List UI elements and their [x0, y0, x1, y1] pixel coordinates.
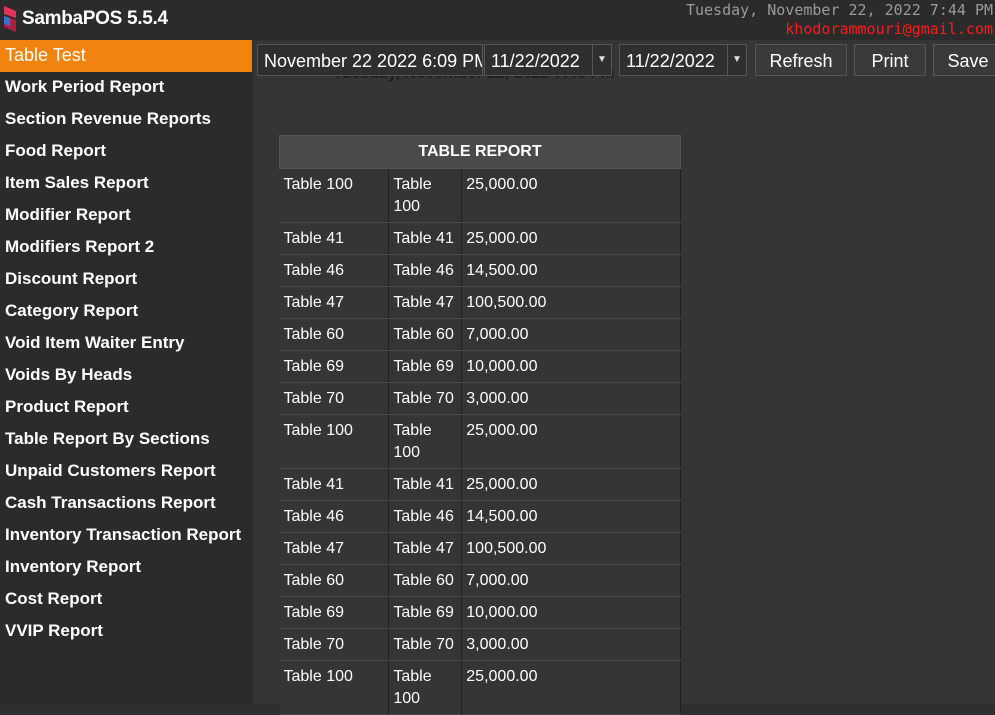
table-row: Table 46 Table 46 14,500.00 [279, 500, 681, 533]
user-email: khodorammouri@gmail.com [785, 20, 993, 38]
sidebar-item-product-report[interactable]: Product Report [0, 392, 252, 424]
table-row: Table 100 Table 100 25,000.00 [279, 660, 681, 715]
sidebar-item-discount-report[interactable]: Discount Report [0, 264, 252, 296]
table-name-cell: Table 100 [279, 660, 390, 715]
report-sidebar: Table Test Work Period Report Section Re… [0, 40, 252, 704]
title-bar: SambaPOS 5.5.4 Tuesday, November 22, 202… [0, 0, 995, 40]
sambapos-logo-icon [4, 6, 16, 32]
table-name-cell: Table 69 [279, 596, 390, 629]
table-name-cell: Table 70 [279, 382, 390, 415]
table-row: Table 60 Table 60 7,000.00 [279, 318, 681, 351]
table-name-cell: Table 100 [279, 168, 390, 223]
sidebar-item-voids-by-heads[interactable]: Voids By Heads [0, 360, 252, 392]
table-name-cell: Table 47 [279, 286, 390, 319]
start-date-value: 11/22/2022 [491, 51, 580, 71]
table-row: Table 69 Table 69 10,000.00 [279, 596, 681, 629]
refresh-button[interactable]: Refresh [755, 44, 847, 76]
sidebar-item-cost-report[interactable]: Cost Report [0, 584, 252, 616]
table-label-cell: Table 70 [388, 628, 463, 661]
table-label-cell: Table 46 [388, 500, 463, 533]
table-row: Table 70 Table 70 3,000.00 [279, 382, 681, 415]
table-row: Table 41 Table 41 25,000.00 [279, 222, 681, 255]
report-title: TABLE REPORT [279, 135, 681, 169]
sidebar-item-modifier-report[interactable]: Modifier Report [0, 200, 252, 232]
sidebar-item-cash-transactions-report[interactable]: Cash Transactions Report [0, 488, 252, 520]
amount-cell: 10,000.00 [461, 596, 681, 629]
table-name-cell: Table 70 [279, 628, 390, 661]
table-name-cell: Table 69 [279, 350, 390, 383]
table-row: Table 46 Table 46 14,500.00 [279, 254, 681, 287]
table-label-cell: Table 47 [388, 286, 463, 319]
table-row: Table 100 Table 100 25,000.00 [279, 414, 681, 469]
amount-cell: 25,000.00 [461, 222, 681, 255]
sidebar-item-table-test[interactable]: Table Test [0, 40, 252, 72]
table-name-cell: Table 100 [279, 414, 390, 469]
end-date-picker[interactable]: 11/22/2022 ▼ [619, 44, 747, 76]
amount-cell: 100,500.00 [461, 286, 681, 319]
amount-cell: 3,000.00 [461, 382, 681, 415]
table-row: Table 41 Table 41 25,000.00 [279, 468, 681, 501]
table-label-cell: Table 41 [388, 222, 463, 255]
table-row: Table 69 Table 69 10,000.00 [279, 350, 681, 383]
amount-cell: 25,000.00 [461, 168, 681, 223]
app-title: SambaPOS 5.5.4 [22, 8, 168, 29]
save-button[interactable]: Save [933, 44, 995, 76]
report-toolbar: November 22 2022 6:09 PM 11/22/2022 ▼ 11… [253, 44, 995, 78]
start-date-picker[interactable]: 11/22/2022 ▼ [484, 44, 612, 76]
table-name-cell: Table 47 [279, 532, 390, 565]
sidebar-item-category-report[interactable]: Category Report [0, 296, 252, 328]
end-date-value: 11/22/2022 [626, 51, 715, 71]
table-label-cell: Table 60 [388, 564, 463, 597]
sidebar-item-modifiers-report-2[interactable]: Modifiers Report 2 [0, 232, 252, 264]
table-name-cell: Table 41 [279, 222, 390, 255]
table-label-cell: Table 100 [388, 660, 463, 715]
amount-cell: 25,000.00 [461, 660, 681, 715]
chevron-down-icon[interactable]: ▼ [592, 45, 611, 75]
amount-cell: 7,000.00 [461, 318, 681, 351]
table-row: Table 70 Table 70 3,000.00 [279, 628, 681, 661]
sidebar-item-inventory-transaction-report[interactable]: Inventory Transaction Report [0, 520, 252, 552]
sidebar-item-table-report-by-sections[interactable]: Table Report By Sections [0, 424, 252, 456]
table-label-cell: Table 46 [388, 254, 463, 287]
table-label-cell: Table 70 [388, 382, 463, 415]
table-row: Table 47 Table 47 100,500.00 [279, 286, 681, 319]
table-row: Table 60 Table 60 7,000.00 [279, 564, 681, 597]
print-button[interactable]: Print [854, 44, 926, 76]
table-label-cell: Table 100 [388, 414, 463, 469]
table-row: Table 47 Table 47 100,500.00 [279, 532, 681, 565]
sidebar-item-void-item-waiter-entry[interactable]: Void Item Waiter Entry [0, 328, 252, 360]
amount-cell: 100,500.00 [461, 532, 681, 565]
amount-cell: 3,000.00 [461, 628, 681, 661]
amount-cell: 14,500.00 [461, 254, 681, 287]
table-label-cell: Table 69 [388, 350, 463, 383]
report-content: Tuesday, November 22, 2022 7:43 PM Novem… [253, 40, 995, 715]
sidebar-item-unpaid-customers-report[interactable]: Unpaid Customers Report [0, 456, 252, 488]
sidebar-item-item-sales-report[interactable]: Item Sales Report [0, 168, 252, 200]
table-name-cell: Table 41 [279, 468, 390, 501]
work-period-select[interactable]: November 22 2022 6:09 PM [257, 44, 483, 76]
table-name-cell: Table 46 [279, 254, 390, 287]
table-name-cell: Table 60 [279, 318, 390, 351]
table-name-cell: Table 46 [279, 500, 390, 533]
amount-cell: 7,000.00 [461, 564, 681, 597]
table-label-cell: Table 69 [388, 596, 463, 629]
sidebar-item-food-report[interactable]: Food Report [0, 136, 252, 168]
table-name-cell: Table 60 [279, 564, 390, 597]
table-label-cell: Table 41 [388, 468, 463, 501]
amount-cell: 10,000.00 [461, 350, 681, 383]
clock-text: Tuesday, November 22, 2022 7:44 PM [685, 1, 993, 19]
table-label-cell: Table 47 [388, 532, 463, 565]
sidebar-item-inventory-report[interactable]: Inventory Report [0, 552, 252, 584]
table-report: TABLE REPORT Table 100 Table 100 25,000.00… [279, 135, 681, 715]
sidebar-item-section-revenue-reports[interactable]: Section Revenue Reports [0, 104, 252, 136]
table-label-cell: Table 60 [388, 318, 463, 351]
amount-cell: 25,000.00 [461, 468, 681, 501]
chevron-down-icon[interactable]: ▼ [727, 45, 746, 75]
sidebar-item-work-period-report[interactable]: Work Period Report [0, 72, 252, 104]
table-label-cell: Table 100 [388, 168, 463, 223]
amount-cell: 25,000.00 [461, 414, 681, 469]
table-row: Table 100 Table 100 25,000.00 [279, 168, 681, 223]
amount-cell: 14,500.00 [461, 500, 681, 533]
sidebar-item-vvip-report[interactable]: VVIP Report [0, 616, 252, 648]
